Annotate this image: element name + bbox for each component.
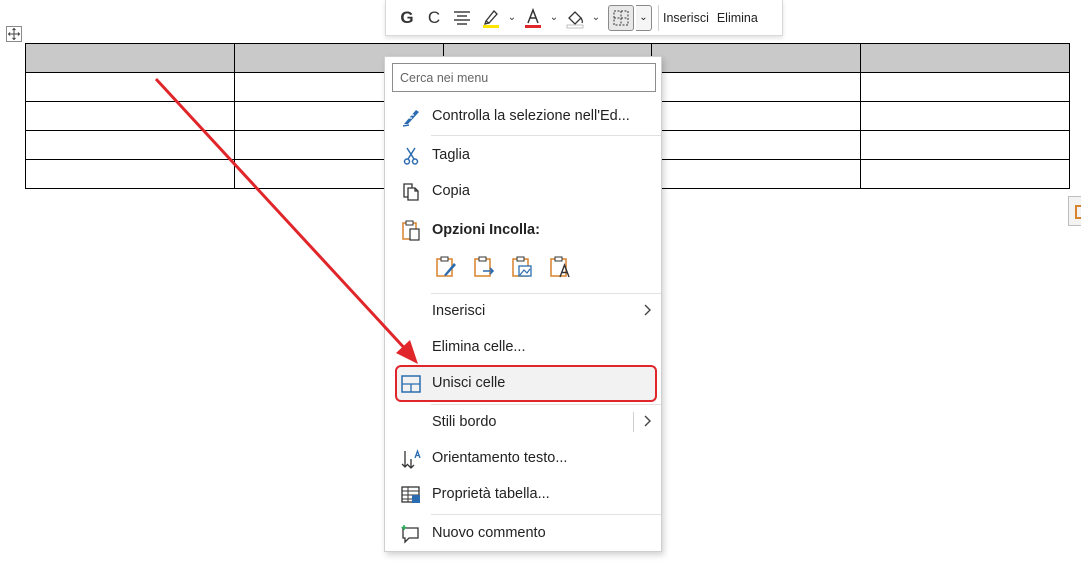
italic-button[interactable]: C [422,4,446,32]
table-cell[interactable] [25,130,235,160]
table-move-handle-icon[interactable] [6,26,22,42]
menu-item-label: Elimina celle... [432,339,526,355]
menu-item-border-styles[interactable]: Stili bordo [386,405,662,439]
new-comment-icon [400,523,422,545]
chevron-down-icon[interactable]: ⌄ [548,4,560,32]
insert-button[interactable]: Inserisci [663,4,709,32]
table-cell[interactable] [651,159,861,189]
table-cell[interactable] [860,159,1070,189]
copy-icon [400,181,422,203]
menu-item-check-selection[interactable]: Controlla la selezione nell'Ed... [386,99,662,133]
menu-item-label: Unisci celle [432,375,506,391]
chevron-right-icon [642,303,652,320]
chevron-down-icon[interactable]: ⌄ [506,4,518,32]
text-direction-icon [400,448,422,470]
delete-button[interactable]: Elimina [717,4,758,32]
menu-item-label: Taglia [432,147,470,163]
paste-merge-format-icon[interactable] [471,254,497,280]
editor-pen-icon [400,106,422,128]
align-center-icon[interactable] [448,4,476,32]
split-separator [633,412,634,432]
paste-keep-format-icon[interactable] [433,254,459,280]
menu-item-label: Copia [432,183,470,199]
menu-item-merge-cells[interactable]: Unisci celle [386,366,662,400]
table-cell[interactable] [651,130,861,160]
menu-item-delete-cells[interactable]: Elimina celle... [386,330,662,364]
menu-item-cut[interactable]: Taglia [386,138,662,172]
shading-bucket-icon[interactable] [562,4,588,32]
menu-item-label: Inserisci [432,303,486,319]
chevron-down-icon[interactable]: ⌄ [590,4,602,32]
table-cell[interactable] [651,72,861,102]
borders-dropdown-chevron-icon[interactable]: ⌄ [636,4,652,31]
menu-separator [431,135,661,136]
toolbar-separator [658,4,659,31]
paste-options-row [433,254,573,280]
paste-options-widget-icon[interactable] [1068,196,1081,226]
menu-item-label: Opzioni Incolla: [432,222,540,238]
menu-item-paste-options: Opzioni Incolla: [386,213,662,247]
paste-picture-icon[interactable] [509,254,535,280]
table-cell[interactable] [25,43,235,73]
borders-icon[interactable] [608,4,634,31]
mini-toolbar: G C ⌄ ⌄ ⌄ ⌄ Inserisci Elimina [385,0,783,36]
chevron-right-icon[interactable] [642,414,652,431]
paste-text-only-icon[interactable] [547,254,573,280]
table-cell[interactable] [25,159,235,189]
menu-item-insert[interactable]: Inserisci [386,294,662,328]
table-cell[interactable] [651,43,861,73]
highlight-pen-icon[interactable] [478,4,504,32]
menu-item-label: Controlla la selezione nell'Ed... [432,108,630,124]
menu-search-input[interactable] [392,63,656,92]
menu-separator [431,514,661,515]
menu-item-label: Orientamento testo... [432,450,568,466]
menu-item-label: Nuovo commento [432,525,546,541]
table-cell[interactable] [25,72,235,102]
table-cell[interactable] [860,101,1070,131]
menu-item-label: Proprietà tabella... [432,486,550,502]
context-menu: Controlla la selezione nell'Ed... Taglia… [384,56,662,552]
menu-item-label: Stili bordo [432,414,497,430]
font-color-icon[interactable] [520,4,546,32]
menu-item-text-direction[interactable]: Orientamento testo... [386,441,662,475]
table-cell[interactable] [25,101,235,131]
clipboard-icon [400,220,422,242]
menu-item-table-properties[interactable]: Proprietà tabella... [386,477,662,511]
table-cell[interactable] [860,72,1070,102]
menu-item-copy[interactable]: Copia [386,174,662,208]
merge-cells-icon [400,373,422,395]
scissors-icon [400,145,422,167]
bold-button[interactable]: G [394,4,420,32]
menu-item-new-comment[interactable]: Nuovo commento [386,516,662,550]
table-cell[interactable] [860,43,1070,73]
table-cell[interactable] [860,130,1070,160]
table-properties-icon [400,484,422,506]
table-cell[interactable] [651,101,861,131]
